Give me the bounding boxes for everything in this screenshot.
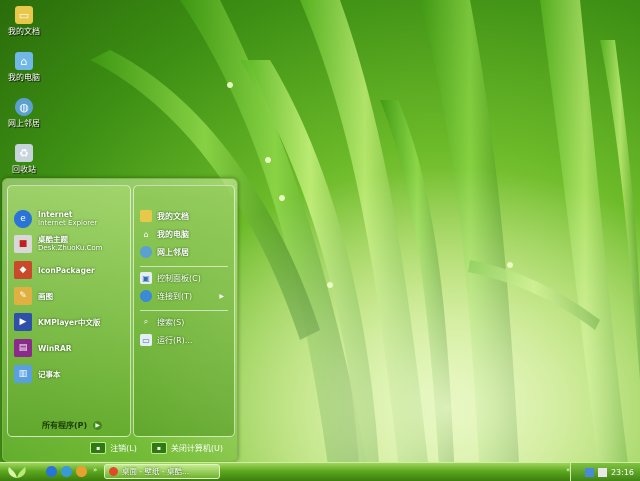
logoff-button[interactable]: ▪ 注销(L) [90,442,137,454]
program-title: 记事本 [38,369,61,379]
search-icon: ⌕ [143,317,149,326]
place-run[interactable]: ▭ 运行(R)... [140,332,192,348]
desktop-quicklaunch-icon[interactable] [76,466,87,477]
network-icon: ◍ [15,98,33,116]
connect-icon [140,290,152,302]
desktop-icon-label: 我的文档 [8,27,40,36]
program-winrar[interactable]: ▤ WinRAR [14,337,72,359]
program-zhuoku[interactable]: ■ 桌酷主题 Desk.ZhuoKu.Com [14,233,102,255]
place-network[interactable]: 网上邻居 [140,244,189,260]
all-programs-label: 所有程序(P) [42,421,88,430]
place-search[interactable]: ⌕ 搜索(S) [140,314,185,330]
taskbar-item-browser[interactable]: 桌面 - 壁纸 - 桌酷... [104,464,220,479]
leaf-logo-icon [8,467,26,478]
desktop-icon-network[interactable]: ◍ 网上邻居 [2,98,46,129]
place-label: 搜索(S) [157,317,185,327]
start-menu: e Internet Internet Explorer ■ 桌酷主题 Desk.Z… [2,178,238,462]
desktop-icon-label: 网上邻居 [8,119,40,128]
place-label: 连接到(T) [157,291,193,301]
places-pane: 我的文档 ⌂ 我的电脑 网上邻居 ▣ 控制面板(C) 连接到(T) ▶ ⌕ 搜索… [133,185,235,437]
winrar-icon: ▤ [14,339,32,357]
network-tray-icon[interactable] [584,467,594,477]
paint-icon: ✎ [14,287,32,305]
kmplayer-icon: ▶ [14,313,32,331]
programs-pane: e Internet Internet Explorer ■ 桌酷主题 Desk.Z… [7,185,131,437]
arrow-right-icon: ▶ [93,421,103,430]
program-subtitle: Internet Explorer [38,219,98,227]
clock[interactable]: 23:16 [611,468,634,477]
program-title: 画图 [38,291,53,301]
control-panel-icon: ▣ [140,272,152,284]
program-title: Internet [38,210,73,219]
zhuoku-icon: ■ [14,235,32,253]
program-paint[interactable]: ✎ 画图 [14,285,53,307]
program-iconpackager[interactable]: ◆ IconPackager [14,259,95,281]
program-title: IconPackager [38,265,95,275]
place-label: 运行(R)... [157,335,193,345]
place-label: 网上邻居 [157,247,189,257]
program-subtitle: Desk.ZhuoKu.Com [38,244,103,252]
notepad-icon: ▥ [14,365,32,383]
ie-quicklaunch-icon[interactable] [46,466,57,477]
all-programs-button[interactable]: 所有程序(P) ▶ [42,420,103,431]
place-control-panel[interactable]: ▣ 控制面板(C) [140,270,201,286]
start-button[interactable] [2,464,32,480]
program-kmplayer[interactable]: ▶ KMPlayer中文版 [14,311,100,333]
taskbar: » 桌面 - 壁纸 - 桌酷... « 23:16 [0,462,640,481]
desktop-icon-label: 我的电脑 [8,73,40,82]
desktop-icon-label: 回收站 [12,165,36,174]
desktop-icon-my-computer[interactable]: ⌂ 我的电脑 [2,52,46,83]
program-notepad[interactable]: ▥ 记事本 [14,363,61,385]
program-title: KMPlayer中文版 [38,317,101,327]
media-quicklaunch-icon[interactable] [61,466,72,477]
computer-icon: ⌂ [15,52,33,70]
program-title: 桌酷主题 [38,235,68,244]
logoff-icon: ▪ [90,442,107,454]
folder-icon: ▭ [15,6,33,24]
computer-icon: ⌂ [143,229,149,239]
browser-icon [109,467,118,476]
network-icon [140,246,152,258]
power-icon: ▪ [150,442,167,454]
iconpackager-icon: ◆ [14,261,32,279]
divider [140,266,228,267]
system-tray: 23:16 [570,463,640,481]
logoff-label: 注销(L) [110,443,137,453]
arrow-right-icon: ▶ [219,292,224,300]
program-internet-explorer[interactable]: e Internet Internet Explorer [14,208,97,230]
place-connect-to[interactable]: 连接到(T) ▶ [140,288,228,304]
place-label: 控制面板(C) [157,273,201,283]
start-menu-footer: ▪ 注销(L) ▪ 关闭计算机(U) [3,437,237,459]
run-icon: ▭ [140,334,152,346]
recycle-bin-icon: ♻ [15,144,33,162]
divider [140,310,228,311]
place-my-computer[interactable]: ⌂ 我的电脑 [140,226,189,242]
program-title: WinRAR [38,343,72,353]
ie-icon: e [14,210,32,228]
place-my-documents[interactable]: 我的文档 [140,208,189,224]
task-label: 桌面 - 壁纸 - 桌酷... [122,467,190,476]
desktop-icon-my-documents[interactable]: ▭ 我的文档 [2,6,46,37]
chevron-right-icon[interactable]: » [93,466,97,474]
shutdown-button[interactable]: ▪ 关闭计算机(U) [150,442,223,454]
place-label: 我的文档 [157,211,189,221]
desktop-icon-recycle-bin[interactable]: ♻ 回收站 [2,144,46,175]
folder-icon [140,210,152,222]
shutdown-label: 关闭计算机(U) [170,443,223,453]
volume-tray-icon[interactable] [597,467,607,477]
place-label: 我的电脑 [157,229,189,239]
